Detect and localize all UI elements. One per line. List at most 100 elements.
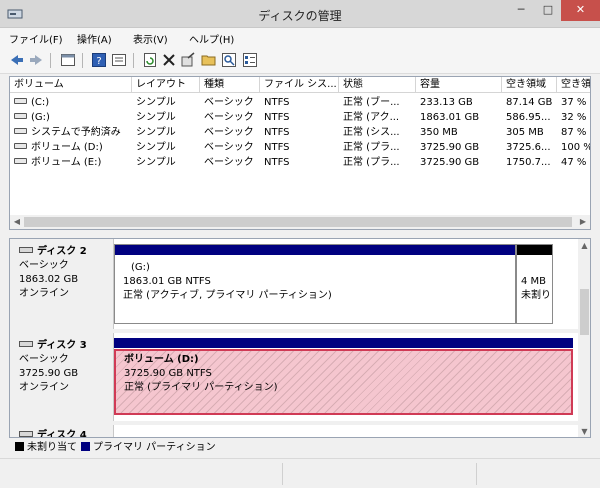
- volume-layout: シンプル: [136, 157, 176, 168]
- column-header-type[interactable]: 種類: [200, 77, 260, 93]
- volume-status: 正常 (アク...: [343, 112, 400, 123]
- scroll-up-icon[interactable]: ▲: [578, 239, 590, 252]
- close-button[interactable]: ✕: [561, 0, 600, 21]
- column-header-layout[interactable]: レイアウト: [132, 77, 200, 93]
- disk-icon: [19, 341, 33, 347]
- volume-free-space: 87.14 GB: [506, 97, 553, 108]
- search-icon[interactable]: [221, 52, 237, 68]
- forward-icon[interactable]: [28, 52, 44, 68]
- volume-filesystem: NTFS: [264, 112, 290, 123]
- disk-row: ディスク 4: [10, 425, 578, 437]
- menu-file[interactable]: ファイル(F): [9, 31, 63, 46]
- back-icon[interactable]: [9, 52, 25, 68]
- partition-g[interactable]: (G:) 1863.01 GB NTFS 正常 (アクティブ, プライマリ パー…: [114, 244, 516, 324]
- partition-d-selected[interactable]: ボリューム (D:) 3725.90 GB NTFS 正常 (プライマリ パーテ…: [114, 349, 573, 415]
- scroll-down-icon[interactable]: ▼: [578, 425, 590, 437]
- volume-list-header: ボリューム レイアウト 種類 ファイル シス... 状態 容量 空き領域 空き領: [10, 77, 590, 93]
- column-header-filesystem[interactable]: ファイル シス...: [260, 77, 339, 93]
- menu-help[interactable]: ヘルプ(H): [189, 31, 234, 46]
- volume-type: ベーシック: [204, 127, 254, 138]
- disk-info[interactable]: ディスク 2 ベーシック 1863.02 GB オンライン: [10, 239, 114, 329]
- column-header-volume[interactable]: ボリューム: [10, 77, 132, 93]
- drive-icon: [14, 128, 27, 134]
- disk-info[interactable]: ディスク 4: [10, 425, 114, 437]
- column-header-free-percent[interactable]: 空き領: [557, 77, 590, 93]
- volume-layout: シンプル: [136, 142, 176, 153]
- settings-icon[interactable]: [180, 52, 196, 68]
- volume-row[interactable]: ボリューム (E:) シンプル ベーシック NTFS 正常 (プラ... 372…: [10, 155, 590, 170]
- partition-status: 未割り: [521, 290, 551, 301]
- volume-layout: シンプル: [136, 112, 176, 123]
- volume-name: システムで予約済み: [31, 127, 121, 138]
- volume-free-space: 3725.6...: [506, 142, 551, 153]
- disk-size: 1863.02 GB: [19, 274, 79, 285]
- volume-free-percent: 87 %: [561, 127, 587, 138]
- volume-capacity: 3725.90 GB: [420, 142, 480, 153]
- partition-unallocated[interactable]: 4 MB 未割り: [516, 244, 553, 324]
- disk-icon: [19, 431, 33, 437]
- volume-free-percent: 100 %: [561, 142, 591, 153]
- volume-free-space: 305 MB: [506, 127, 544, 138]
- volume-layout: シンプル: [136, 127, 176, 138]
- volume-row[interactable]: システムで予約済み シンプル ベーシック NTFS 正常 (シス... 350 …: [10, 125, 590, 140]
- disk-status: オンライン: [19, 288, 69, 299]
- properties-icon[interactable]: [111, 52, 127, 68]
- volume-status: 正常 (シス...: [343, 127, 400, 138]
- volume-status: 正常 (プラ...: [343, 157, 400, 168]
- disk-icon: [19, 247, 33, 253]
- legend-label: プライマリ パーティション: [93, 442, 216, 453]
- maximize-button[interactable]: □: [535, 0, 561, 21]
- scroll-right-icon[interactable]: ▶: [576, 215, 590, 229]
- properties-list-icon[interactable]: [242, 52, 258, 68]
- volume-type: ベーシック: [204, 112, 254, 123]
- help-icon[interactable]: ?: [91, 52, 107, 68]
- disk-view-vertical-scrollbar[interactable]: ▲ ▼: [578, 239, 590, 437]
- volume-capacity: 233.13 GB: [420, 97, 473, 108]
- refresh-icon[interactable]: [142, 52, 158, 68]
- partition-band: [114, 338, 573, 348]
- svg-text:?: ?: [96, 56, 101, 67]
- volume-type: ベーシック: [204, 97, 254, 108]
- volume-status: 正常 (ブー...: [343, 97, 400, 108]
- volume-row[interactable]: (C:) シンプル ベーシック NTFS 正常 (ブー... 233.13 GB…: [10, 95, 590, 110]
- legend-item: プライマリ パーティション: [81, 441, 216, 454]
- scroll-left-icon[interactable]: ◀: [10, 215, 24, 229]
- legend-label: 未割り当て: [27, 442, 77, 453]
- console-tree-icon[interactable]: [60, 52, 76, 68]
- volume-filesystem: NTFS: [264, 157, 290, 168]
- partition-status: 正常 (アクティブ, プライマリ パーティション): [123, 290, 332, 301]
- volume-free-space: 1750.7...: [506, 157, 551, 168]
- volume-type: ベーシック: [204, 142, 254, 153]
- volume-type: ベーシック: [204, 157, 254, 168]
- volume-list-horizontal-scrollbar[interactable]: ◀ ▶: [10, 215, 590, 229]
- drive-icon: [14, 143, 27, 149]
- column-header-free-space[interactable]: 空き領域: [502, 77, 557, 93]
- column-header-status[interactable]: 状態: [339, 77, 416, 93]
- volume-status: 正常 (プラ...: [343, 142, 400, 153]
- drive-icon: [14, 98, 27, 104]
- disk-info[interactable]: ディスク 3 ベーシック 3725.90 GB オンライン: [10, 333, 114, 421]
- legend-swatch-unallocated: [15, 441, 24, 451]
- menu-action[interactable]: 操作(A): [77, 31, 112, 46]
- scrollbar-thumb[interactable]: [24, 217, 572, 227]
- open-folder-icon[interactable]: [201, 52, 217, 68]
- delete-icon[interactable]: [161, 52, 177, 68]
- volume-name: ボリューム (D:): [31, 142, 103, 153]
- minimize-button[interactable]: ─: [507, 0, 535, 21]
- volume-name: ボリューム (E:): [31, 157, 102, 168]
- menu-bar: ファイル(F) 操作(A) 表示(V) ヘルプ(H): [0, 28, 600, 47]
- drive-icon: [14, 158, 27, 164]
- partition-text: (G:) 1863.01 GB NTFS 正常 (アクティブ, プライマリ パー…: [123, 261, 332, 303]
- partition-band: [517, 245, 552, 255]
- volume-free-percent: 47 %: [561, 157, 587, 168]
- volume-filesystem: NTFS: [264, 142, 290, 153]
- disk-status: オンライン: [19, 382, 69, 393]
- volume-row[interactable]: ボリューム (D:) シンプル ベーシック NTFS 正常 (プラ... 372…: [10, 140, 591, 155]
- toolbar-separator: [82, 53, 83, 68]
- disk-row: ディスク 3 ベーシック 3725.90 GB オンライン ボリューム (D:)…: [10, 333, 578, 421]
- volume-row[interactable]: (G:) シンプル ベーシック NTFS 正常 (アク... 1863.01 G…: [10, 110, 590, 125]
- column-header-capacity[interactable]: 容量: [416, 77, 502, 93]
- scrollbar-thumb[interactable]: [580, 289, 589, 335]
- menu-view[interactable]: 表示(V): [133, 31, 168, 46]
- volume-filesystem: NTFS: [264, 127, 290, 138]
